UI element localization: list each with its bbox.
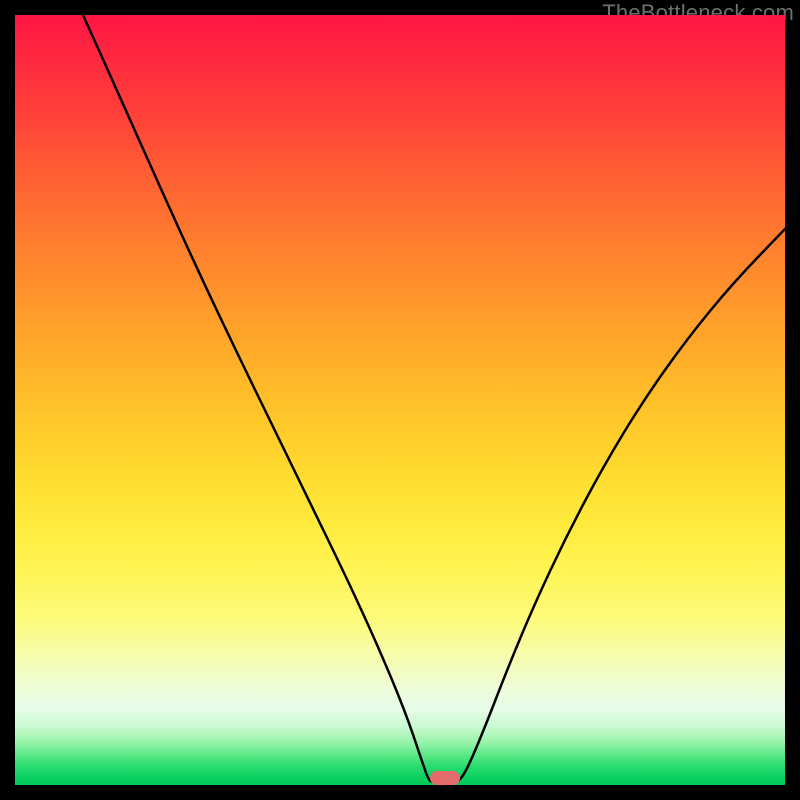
chart-frame: TheBottleneck.com bbox=[0, 0, 800, 800]
plot-area bbox=[15, 15, 785, 785]
bottleneck-curve bbox=[83, 15, 785, 783]
optimal-marker bbox=[430, 771, 460, 785]
curve-layer bbox=[15, 15, 785, 785]
